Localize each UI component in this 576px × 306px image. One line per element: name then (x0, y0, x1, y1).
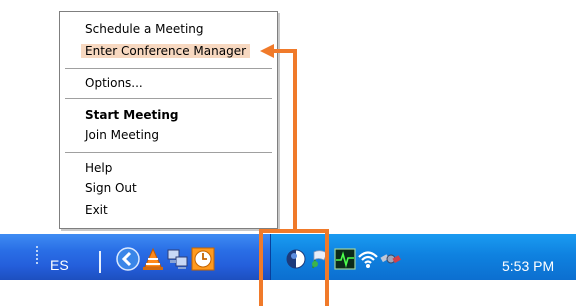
clock-icon[interactable] (191, 247, 215, 271)
satellite-icon[interactable] (379, 248, 401, 270)
back-arrow-icon[interactable] (116, 247, 140, 271)
menu-separator (65, 68, 272, 69)
menu-item-sign-out[interactable]: Sign Out (85, 181, 137, 195)
system-clock[interactable]: 5:53 PM (502, 258, 554, 274)
menu-separator (65, 98, 272, 99)
context-menu: Schedule a Meeting Enter Conference Mana… (59, 11, 278, 229)
menu-item-help[interactable]: Help (85, 161, 112, 175)
callout-highlight (259, 229, 329, 306)
menu-item-start-meeting[interactable]: Start Meeting (85, 108, 179, 122)
menu-item-schedule-meeting[interactable]: Schedule a Meeting (85, 22, 204, 36)
quick-launch-divider (99, 251, 101, 273)
callout-arrowhead-icon (260, 44, 274, 58)
menu-item-exit[interactable]: Exit (85, 203, 108, 217)
callout-line-vertical (293, 51, 297, 231)
menu-item-join-meeting[interactable]: Join Meeting (85, 128, 159, 142)
network-computers-icon[interactable] (166, 247, 190, 271)
vlc-cone-icon[interactable] (141, 247, 165, 271)
taskbar-grip[interactable] (36, 246, 38, 266)
language-indicator[interactable]: ES (50, 257, 69, 273)
menu-item-options[interactable]: Options... (85, 76, 143, 90)
activity-monitor-icon[interactable] (334, 248, 356, 270)
wireless-signal-icon[interactable] (357, 248, 379, 270)
menu-item-enter-conference-manager[interactable]: Enter Conference Manager (81, 44, 251, 58)
menu-separator (65, 152, 272, 153)
